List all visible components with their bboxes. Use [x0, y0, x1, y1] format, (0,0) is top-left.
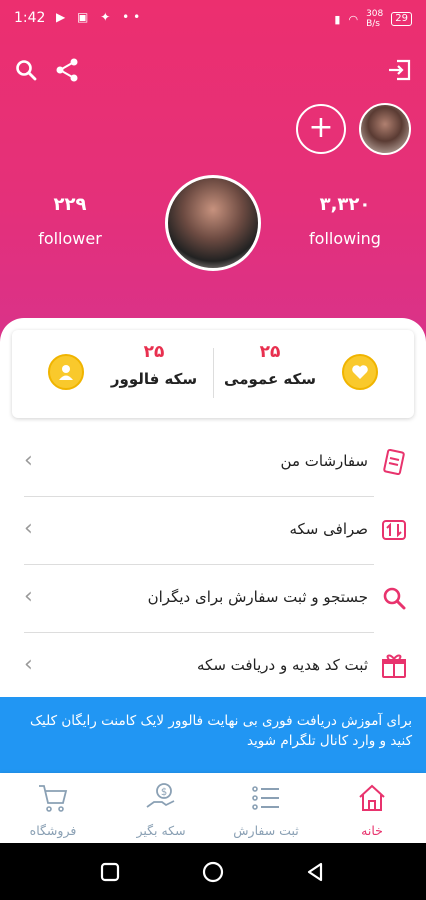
network-speed-unit: B/s [366, 19, 380, 29]
following-label: following [309, 229, 381, 248]
battery-indicator: 29 [391, 12, 412, 26]
public-coin-value: ۲۵ [259, 342, 281, 362]
nav-get-coin[interactable]: $ سکه بگیر [116, 781, 206, 838]
status-time: 1:42 [14, 10, 46, 26]
account-avatar[interactable] [359, 103, 411, 155]
user-coin-icon [48, 354, 84, 390]
status-right: ▮ ◠ 308 B/s 29 [334, 9, 412, 29]
nav-place-order-label: ثبت سفارش [233, 823, 299, 838]
follower-stat: ۲۲۹ follower [15, 194, 125, 248]
profile-header: 1:42 ▶ ▣ ✦ •• ▮ ◠ 308 B/s 29 + ۲۲۹ follo… [0, 0, 426, 345]
android-nav-bar [0, 843, 426, 900]
follower-count: ۲۲۹ [53, 194, 87, 215]
nav-get-coin-label: سکه بگیر [136, 823, 186, 838]
public-coin: ۲۵ سکه عمومی [210, 342, 330, 388]
follower-coin: ۲۵ سکه فالوور [94, 342, 214, 388]
gift-icon [382, 654, 406, 678]
search-icon [383, 587, 406, 610]
network-speed: 308 B/s [366, 9, 383, 29]
chevron-left-icon: ‹ [24, 652, 33, 677]
follower-coin-label: سکه فالوور [110, 370, 198, 388]
share-icon[interactable] [54, 57, 80, 83]
chevron-left-icon: ‹ [24, 516, 33, 541]
exchange-icon [382, 520, 406, 540]
heart-coin-icon [342, 354, 378, 390]
follower-coin-value: ۲۵ [143, 342, 165, 362]
nav-place-order[interactable]: ثبت سفارش [221, 781, 311, 838]
banner-text: برای آموزش دریافت فوری بی نهایت فالوور ل… [29, 713, 412, 749]
menu-item-gift-code[interactable]: ‹ ثبت کد هدیه و دریافت سکه [24, 634, 412, 702]
menu-item-search-order[interactable]: ‹ جستجو و ثبت سفارش برای دیگران [24, 566, 412, 634]
menu-item-label: سفارشات من [280, 452, 368, 470]
status-bar: 1:42 ▶ ▣ ✦ •• ▮ ◠ 308 B/s 29 [0, 0, 426, 36]
logout-icon[interactable] [387, 58, 413, 82]
home-circle-icon[interactable] [202, 861, 224, 883]
menu-divider [24, 496, 374, 497]
menu-item-label: صرافی سکه [289, 520, 368, 538]
nav-home-label: خانه [361, 823, 383, 838]
menu-item-label: ثبت کد هدیه و دریافت سکه [197, 656, 368, 674]
profile-avatar [165, 175, 261, 271]
cart-icon [39, 785, 68, 812]
coin-card: ۲۵ سکه فالوور ۲۵ سکه عمومی [12, 330, 414, 418]
nav-shop-label: فروشگاه [29, 823, 77, 838]
receipt-icon [383, 448, 405, 476]
follower-label: follower [38, 229, 102, 248]
add-account-button[interactable]: + [296, 104, 346, 154]
following-count: ۳,۳۲۰ [319, 194, 371, 215]
bottom-nav: خانه ثبت سفارش $ سکه بگیر فروشگاه [0, 773, 426, 843]
public-coin-label: سکه عمومی [224, 370, 316, 388]
nav-home[interactable]: خانه [327, 781, 417, 838]
coin-hand-icon: $ [146, 783, 175, 808]
vibrate-icon: ▮ [334, 12, 341, 26]
notification-icons: ▶ ▣ ✦ •• [56, 10, 145, 24]
home-icon [359, 784, 385, 811]
chevron-left-icon: ‹ [24, 584, 33, 609]
nav-shop[interactable]: فروشگاه [8, 781, 98, 838]
wifi-icon: ◠ [348, 12, 359, 26]
back-icon[interactable] [305, 861, 325, 883]
following-stat: ۳,۳۲۰ following [290, 194, 400, 248]
menu-item-my-orders[interactable]: ‹ سفارشات من [24, 430, 412, 498]
menu-divider [24, 632, 374, 633]
menu-item-label: جستجو و ثبت سفارش برای دیگران [147, 588, 368, 606]
search-icon[interactable] [14, 58, 38, 82]
network-speed-value: 308 [366, 9, 384, 19]
telegram-banner[interactable]: برای آموزش دریافت فوری بی نهایت فالوور ل… [0, 697, 426, 773]
menu-item-coin-exchange[interactable]: ‹ صرافی سکه [24, 498, 412, 566]
chevron-left-icon: ‹ [24, 448, 33, 473]
recents-icon[interactable] [100, 862, 120, 882]
svg-text:$: $ [161, 787, 167, 798]
menu-divider [24, 564, 374, 565]
list-icon [252, 786, 279, 810]
